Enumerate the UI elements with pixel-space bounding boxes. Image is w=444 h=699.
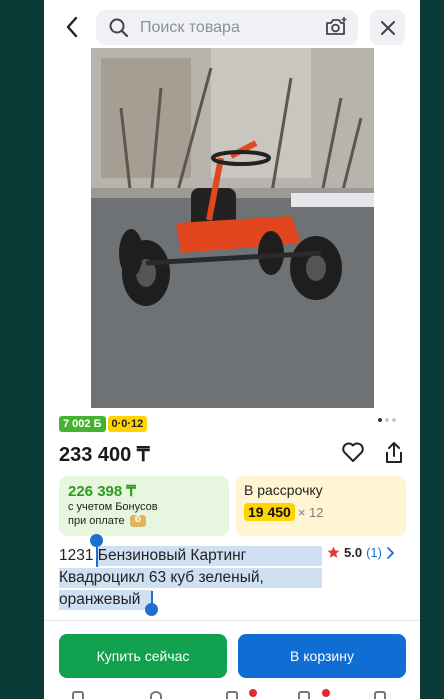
product-image[interactable] — [91, 48, 374, 408]
product-title: 1231 Бензиновый Картинг Квадроцикл 63 ку… — [59, 547, 264, 608]
gallery-dot — [385, 418, 389, 422]
product-photo-karting — [91, 48, 374, 408]
chevron-left-icon — [66, 16, 78, 38]
camera-search-icon[interactable] — [324, 16, 348, 38]
add-to-cart-button[interactable]: В корзину — [238, 634, 406, 678]
share-icon[interactable] — [382, 440, 406, 466]
bonus-coin-icon — [129, 513, 146, 528]
bonus-note-line1: с учетом Бонусов — [68, 501, 158, 513]
installment-card[interactable]: В рассрочку 19 450 × 12 — [236, 476, 406, 536]
bonus-price: 226 398 ₸ — [68, 483, 136, 500]
gallery-dot — [392, 418, 396, 422]
gallery-dot — [378, 418, 382, 422]
product-rating[interactable]: 5.0 (1) — [327, 545, 394, 560]
selection-end-handle[interactable] — [145, 603, 158, 616]
chevron-right-icon — [387, 546, 394, 559]
nav-catalog-icon[interactable] — [150, 691, 162, 699]
back-button[interactable] — [58, 10, 86, 44]
nav-favorites-icon[interactable] — [226, 691, 238, 699]
heart-icon[interactable] — [341, 441, 365, 463]
gallery-pagination — [378, 418, 396, 422]
search-placeholder: Поиск товара — [140, 19, 240, 36]
notification-badge — [249, 689, 257, 697]
product-title-block[interactable]: 1231 Бензиновый Картинг Квадроцикл 63 ку… — [59, 534, 327, 616]
star-icon — [327, 546, 340, 558]
search-icon — [109, 18, 129, 38]
bonus-note-line2: при оплате — [68, 515, 125, 527]
bottom-navigation — [44, 689, 420, 699]
selection-start-handle[interactable] — [90, 534, 103, 547]
installment-monthly: 19 450 — [244, 503, 295, 521]
bonus-badge: 7 002 Б — [59, 416, 106, 432]
nav-cart-icon[interactable] — [298, 691, 310, 699]
installment-label: В рассрочку — [244, 482, 323, 498]
installment-multiplier: × 12 — [297, 504, 324, 520]
selection-start-cursor — [96, 547, 98, 567]
close-button[interactable] — [370, 10, 405, 45]
bonus-price-card[interactable]: 226 398 ₸ с учетом Бонусов при оплате — [59, 476, 229, 536]
search-input[interactable]: Поиск товара — [96, 10, 358, 45]
buy-now-button[interactable]: Купить сейчас — [59, 634, 227, 678]
app-screen: Поиск товара 7 002 Б 0·0·12 233 400 ₸ 22… — [44, 0, 420, 699]
divider — [44, 620, 420, 621]
nav-profile-icon[interactable] — [374, 691, 386, 699]
rating-value: 5.0 — [344, 545, 363, 560]
installment-badge: 0·0·12 — [107, 416, 148, 432]
nav-home-icon[interactable] — [72, 691, 84, 699]
top-bar: Поиск товара — [44, 0, 420, 52]
product-price: 233 400 ₸ — [59, 444, 150, 466]
promo-badges: 7 002 Б 0·0·12 — [59, 416, 148, 432]
reviews-count[interactable]: (1) — [366, 545, 382, 560]
cart-count-badge — [322, 689, 330, 697]
close-icon — [380, 20, 395, 35]
